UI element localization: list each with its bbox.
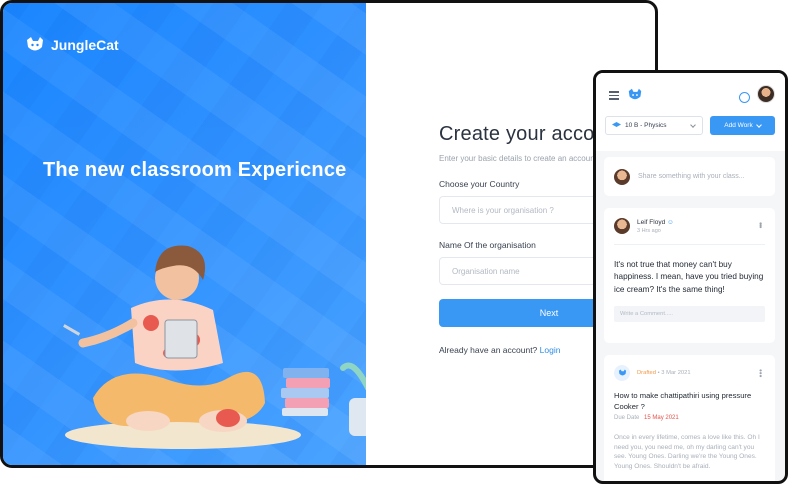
due-label: Due Date	[614, 415, 640, 421]
chevron-down-icon	[755, 121, 762, 128]
more-options-icon[interactable]: •••	[756, 369, 765, 377]
junglecat-logo-icon	[27, 37, 43, 51]
assignment-due: Due Date 15 May 2021	[614, 415, 765, 421]
post-card: Leif Floyd ☺ 3 Hrs ago ••• It's not true…	[604, 208, 775, 343]
avatar	[614, 168, 630, 185]
people-icon: ☺	[667, 218, 674, 226]
avatar[interactable]	[757, 85, 775, 103]
graduation-cap-icon	[612, 122, 621, 127]
post-author: Leif Floyd ☺	[637, 219, 674, 226]
sync-icon[interactable]	[739, 92, 750, 103]
assignment-status: Drafted	[637, 370, 657, 376]
add-work-label: Add Work	[724, 122, 753, 129]
login-prompt: Already have an account?	[439, 345, 538, 355]
desktop-window: JungleCat The new classroom Expericnce C…	[0, 0, 658, 468]
mobile-header: 10 B - Physics Add Work	[596, 73, 785, 151]
assignment-date: • 3 Mar 2021	[657, 370, 691, 376]
junglecat-logo-icon	[628, 88, 642, 100]
mobile-window: 10 B - Physics Add Work Share something …	[593, 70, 788, 484]
author-avatar	[614, 218, 630, 234]
post-time: 3 Hrs ago	[637, 227, 661, 234]
brand-name: JungleCat	[51, 37, 119, 53]
post-body: It's not true that money can't buy happi…	[614, 260, 764, 294]
brand-logo[interactable]: JungleCat	[25, 36, 119, 54]
due-date: 15 May 2021	[644, 415, 679, 421]
add-work-button[interactable]: Add Work	[710, 116, 775, 135]
post-header: Leif Floyd ☺ 3 Hrs ago	[614, 218, 765, 234]
assignment-card[interactable]: Drafted • 3 Mar 2021 ••• How to make cha…	[604, 355, 775, 481]
divider	[614, 244, 765, 245]
comment-input[interactable]: Write a Comment.....	[614, 306, 765, 323]
assignment-header: Drafted • 3 Mar 2021	[614, 365, 765, 381]
more-options-icon[interactable]: •••	[756, 222, 765, 227]
hero-title: The new classroom Expericnce	[43, 159, 347, 181]
stage: JungleCat The new classroom Expericnce C…	[0, 0, 789, 486]
student-illustration	[63, 245, 366, 449]
assignment-description: Once in every lifetime, comes a love lik…	[614, 434, 760, 470]
post-author-name: Leif Floyd	[637, 218, 666, 226]
class-select-value: 10 B - Physics	[625, 122, 667, 129]
login-link[interactable]: Login	[540, 345, 561, 355]
assignment-meta: Drafted • 3 Mar 2021	[637, 370, 691, 376]
assignment-icon	[614, 365, 630, 381]
menu-icon[interactable]	[609, 91, 619, 100]
hero-panel: JungleCat The new classroom Expericnce	[3, 3, 366, 465]
share-box[interactable]: Share something with your class...	[604, 157, 775, 196]
chevron-down-icon	[690, 122, 696, 128]
share-placeholder: Share something with your class...	[638, 173, 745, 180]
assignment-title: How to make chattipathiri using pressure…	[614, 391, 752, 411]
class-select[interactable]: 10 B - Physics	[605, 116, 703, 135]
